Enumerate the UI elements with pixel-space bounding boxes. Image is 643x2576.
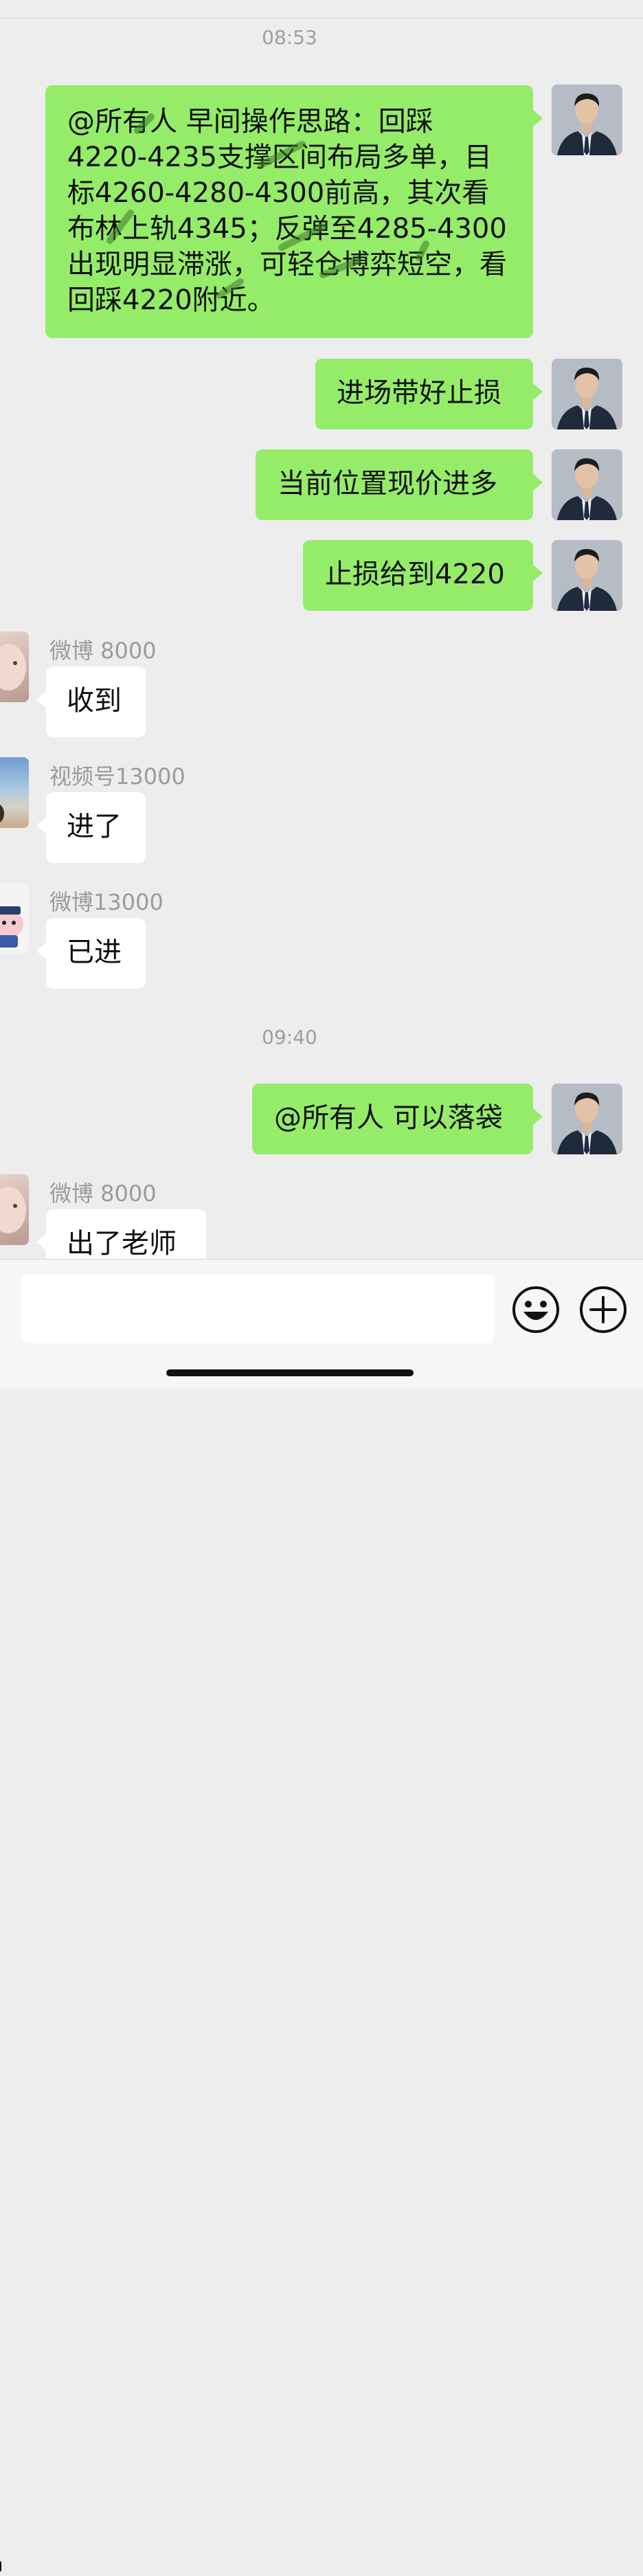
sender-name: 微博 8000 (49, 638, 157, 664)
input-bar (0, 1259, 643, 2572)
message-bubble-outgoing[interactable]: @所有人 可以落袋 (252, 1084, 543, 1154)
message-text: 出了老师 (67, 1228, 177, 1259)
avatar[interactable] (0, 883, 29, 954)
person-avatar-icon (552, 85, 622, 155)
voice-icon[interactable] (0, 2560, 3, 2573)
emoji-button[interactable] (512, 1286, 560, 1334)
message-bubble-incoming[interactable]: 已进 (36, 918, 146, 989)
message-input[interactable] (21, 1275, 495, 1343)
plus-circle-icon (580, 1286, 627, 1333)
person-avatar-icon (552, 540, 622, 611)
message-bubble-outgoing[interactable]: @所有人 早间操作思路：回踩4220-4235支撑区间布局多单，目标4260-4… (45, 85, 543, 338)
timestamp: 08:53 (262, 26, 317, 49)
message-bubble-incoming[interactable]: 进了 (36, 792, 146, 863)
avatar[interactable] (552, 449, 622, 520)
message-text: @所有人 可以落袋 (274, 1102, 503, 1134)
message-text: 当前位置现价进多 (278, 468, 497, 500)
beach-avatar-icon (0, 805, 4, 822)
person-avatar-icon (552, 449, 622, 520)
baby-avatar-icon (0, 1187, 26, 1233)
avatar[interactable] (0, 757, 29, 828)
avatar[interactable] (552, 359, 622, 429)
cartoon-pig-avatar-icon (0, 906, 23, 948)
message-text: 止损给到4220 (325, 559, 505, 590)
message-bubble-incoming[interactable]: 收到 (36, 667, 146, 737)
message-text: 进场带好止损 (337, 377, 501, 409)
message-text: 已进 (67, 937, 122, 968)
more-button[interactable] (579, 1286, 627, 1334)
avatar[interactable] (0, 1174, 29, 1245)
message-bubble-outgoing[interactable]: 进场带好止损 (315, 359, 543, 429)
sender-name: 微博13000 (49, 889, 163, 915)
message-bubble-outgoing[interactable]: 当前位置现价进多 (256, 449, 543, 520)
person-avatar-icon (552, 359, 622, 429)
avatar[interactable] (0, 631, 29, 702)
top-divider (0, 0, 643, 19)
home-indicator (166, 1369, 414, 1376)
person-avatar-icon (552, 1084, 622, 1154)
baby-avatar-icon (0, 644, 26, 691)
message-text: @所有人 早间操作思路：回踩4220-4235支撑区间布局多单，目标4260-4… (67, 106, 507, 316)
sender-name: 视频号13000 (49, 763, 185, 789)
message-text: 收到 (67, 685, 122, 717)
avatar[interactable] (552, 540, 622, 611)
message-bubble-outgoing[interactable]: 止损给到4220 (303, 540, 543, 611)
message-text: 进了 (67, 811, 122, 842)
avatar[interactable] (552, 1084, 622, 1154)
smiley-face-icon (512, 1286, 559, 1333)
avatar[interactable] (552, 85, 622, 155)
sender-name: 微博 8000 (49, 1180, 157, 1207)
timestamp: 09:40 (262, 1026, 317, 1049)
